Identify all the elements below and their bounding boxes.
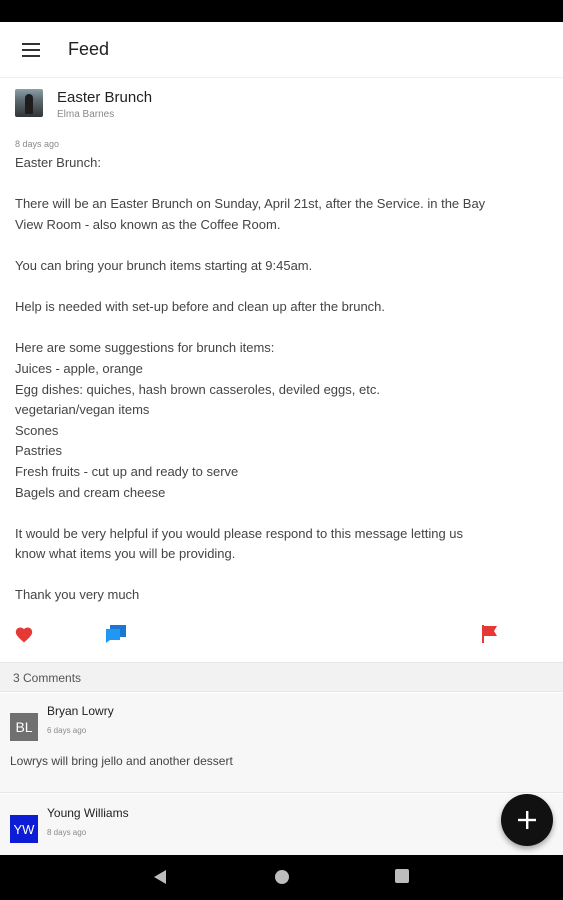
post-body: Easter Brunch: There will be an Easter B…	[15, 155, 486, 603]
comment-button[interactable]	[106, 625, 126, 648]
menu-button[interactable]	[0, 22, 62, 78]
back-triangle-icon	[154, 870, 166, 884]
system-nav-bar	[0, 855, 563, 900]
app-bar: Feed	[0, 22, 563, 78]
comment-text: Lowrys will bring jello and another dess…	[10, 754, 233, 768]
post-header[interactable]: Easter Brunch Elma Barnes	[0, 79, 563, 135]
post-meta: Easter Brunch Elma Barnes	[57, 89, 152, 120]
report-button[interactable]	[482, 625, 498, 648]
plus-icon	[518, 811, 536, 829]
post-title: Easter Brunch	[57, 89, 153, 106]
hamburger-menu-icon	[22, 42, 40, 57]
commenter-name: Bryan Lowry	[47, 704, 114, 718]
home-circle-icon	[275, 870, 289, 884]
status-bar	[0, 0, 563, 22]
commenter-avatar: YW	[10, 815, 38, 843]
comments-count: 3 Comments	[0, 662, 563, 692]
comment-item: BL Bryan Lowry 6 days ago Lowrys will br…	[0, 693, 563, 793]
like-button[interactable]	[14, 625, 34, 648]
nav-recent-button[interactable]	[395, 869, 409, 888]
author-avatar	[15, 89, 43, 117]
chat-bubble-icon	[106, 625, 126, 643]
post-author: Elma Barnes	[57, 109, 115, 120]
flag-icon	[482, 625, 497, 643]
post-timestamp: 8 days ago	[15, 139, 60, 149]
add-post-button[interactable]	[501, 794, 553, 846]
recent-apps-square-icon	[395, 869, 409, 883]
comment-item: YW Young Williams 8 days ago	[0, 794, 563, 855]
nav-back-button[interactable]	[153, 869, 167, 890]
page-title: Feed	[68, 39, 110, 59]
heart-icon	[15, 627, 33, 643]
comment-timestamp: 8 days ago	[47, 828, 87, 837]
post-actions	[0, 625, 563, 647]
comment-timestamp: 6 days ago	[47, 726, 87, 735]
commenter-name: Young Williams	[47, 806, 129, 820]
feed-content: Easter Brunch Elma Barnes 8 days ago Eas…	[0, 79, 563, 855]
commenter-avatar: BL	[10, 713, 38, 741]
nav-home-button[interactable]	[274, 869, 290, 890]
